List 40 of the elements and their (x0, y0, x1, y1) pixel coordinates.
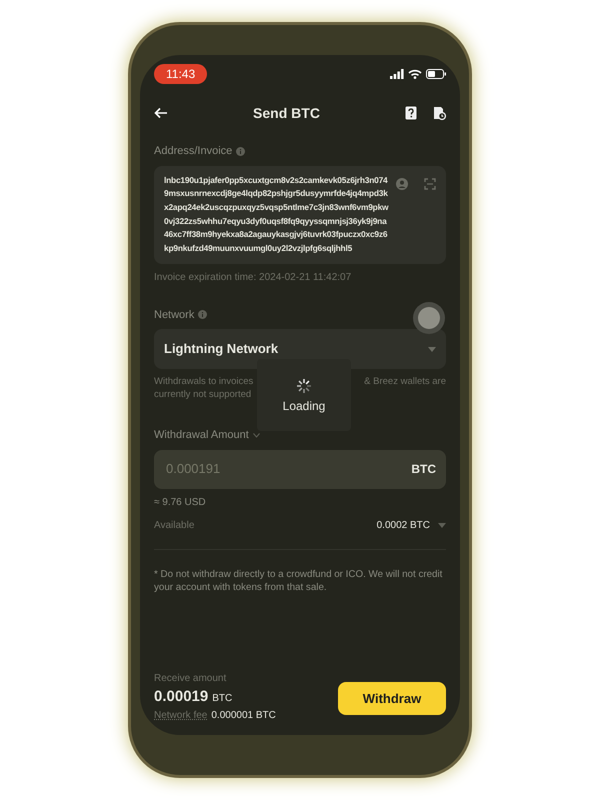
network-select[interactable]: Lightning Network (154, 329, 446, 370)
receive-label: Receive amount (154, 672, 228, 686)
field-label: Address/Invoice (154, 144, 232, 159)
spinner-icon (296, 378, 312, 394)
amount-input[interactable]: 0.000191 (164, 458, 314, 480)
history-document-icon[interactable] (432, 106, 446, 120)
dropdown-caret-icon[interactable] (438, 522, 446, 528)
available-value: 0.0002 BTC (376, 518, 430, 533)
currency-label: BTC (411, 461, 436, 478)
amount-field[interactable]: 0.000191 BTC (154, 450, 446, 489)
wifi-icon (408, 69, 422, 79)
note-text: currently not supported (154, 389, 252, 400)
clock-badge: 11:43 (154, 64, 208, 84)
help-document-icon[interactable] (404, 106, 417, 120)
receive-unit: BTC (212, 692, 232, 706)
floating-touch-button[interactable] (412, 301, 446, 335)
caret-down-icon (252, 432, 260, 438)
scan-icon[interactable] (424, 178, 436, 190)
address-field[interactable]: lnbc190u1pjafer0pp5xcuxtgcm8v2s2camkevk05z6jrh3n0749msxusnrnexcdj8ge4lqdp82pshjgr5dusyymrfde4jq4mpd3kx2apq24ek2uscqzpuxqyz5vqsp5ntlme7c3jn83wnf6vm9pkw0vj322zs5whhu7eqyu3dyf0uqsf8fq9qyyssqmnjsj36yk9j9na46xc7ff38m9hyekxa8a2agauykasgjvj6tuvrk03fpuczx0xc9z6kp9nkufzd49muunxvuumgl0uy2l2vzjlpfg6sqljhhl5 (154, 166, 446, 264)
battery-icon (426, 69, 446, 79)
withdraw-button[interactable]: Withdraw (338, 682, 446, 715)
dropdown-caret-icon (428, 346, 436, 352)
contact-icon[interactable] (396, 178, 408, 190)
note-text: & Breez wallets are (364, 375, 446, 388)
field-label: Withdrawal Amount (154, 428, 249, 444)
fee-label: Network fee (154, 709, 208, 723)
available-label: Available (154, 518, 194, 533)
receive-amount: 0.00019 (154, 686, 208, 706)
loading-text: Loading (282, 400, 326, 413)
expiration-text: Invoice expiration time: 2024-02-21 11:42:07 (154, 270, 352, 285)
back-arrow-icon[interactable] (154, 107, 168, 119)
usd-estimate: ≈ 9.76 USD (154, 496, 207, 510)
signal-icon (390, 69, 404, 79)
field-label: Network (154, 308, 194, 323)
info-icon[interactable] (198, 310, 208, 320)
warning-text: * Do not withdraw directly to a crowdfund or ICO. We will not credit your account with tokens from that sale. (154, 568, 444, 594)
info-icon[interactable] (236, 146, 246, 156)
fee-value: 0.000001 BTC (211, 709, 276, 723)
note-text: Withdrawals to invoices (154, 375, 254, 388)
page-title: Send BTC (253, 104, 320, 122)
